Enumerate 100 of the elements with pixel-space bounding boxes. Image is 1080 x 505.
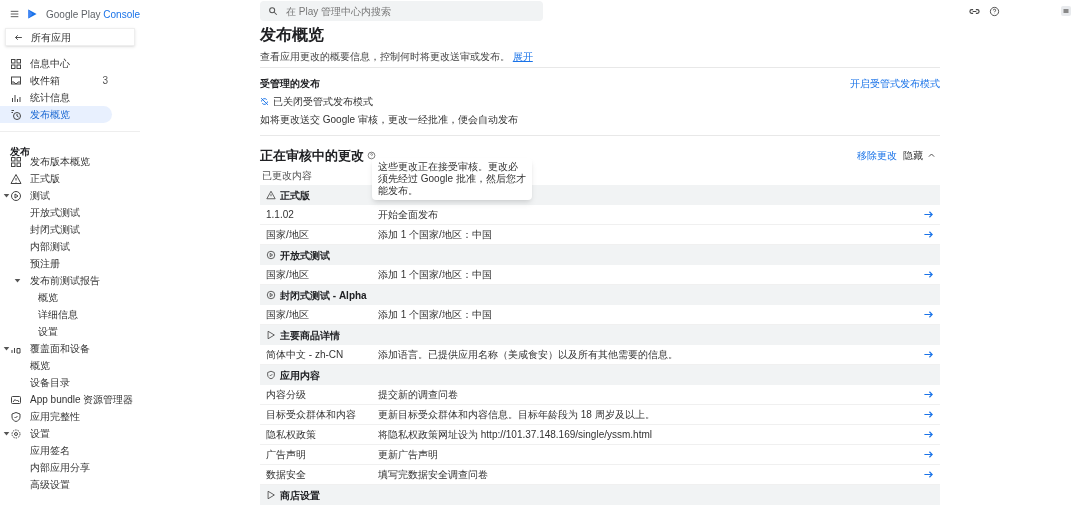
play-circle-icon bbox=[266, 250, 276, 260]
caret-icon[interactable] bbox=[14, 277, 21, 284]
back-arrow-icon bbox=[14, 32, 23, 42]
help-icon[interactable] bbox=[367, 150, 376, 160]
table-cell-text: 广告声明 bbox=[266, 448, 307, 462]
section-heading: 正在审核中的更改 bbox=[260, 146, 364, 165]
table-cell-text: 国家/地区 bbox=[266, 228, 310, 242]
collapse-button[interactable]: 隐藏 bbox=[903, 147, 936, 163]
nav-item[interactable]: 信息中心 bbox=[0, 55, 112, 72]
nav-item[interactable]: 详细信息 bbox=[0, 306, 86, 323]
expand-link[interactable]: 展开 bbox=[512, 50, 533, 62]
account-icon[interactable] bbox=[1060, 5, 1072, 18]
group-label: 主要商品详情 bbox=[280, 328, 340, 343]
page-title: 发布概览 bbox=[260, 24, 325, 45]
remove-changes-link[interactable]: 移除更改 bbox=[857, 147, 897, 163]
arrow-right-icon[interactable] bbox=[923, 309, 934, 320]
table-cell-text: 简体中文 - zh-CN bbox=[266, 348, 345, 362]
nav-item[interactable]: 内部应用分享 bbox=[0, 459, 98, 476]
table-cell-text: 国家/地区 bbox=[266, 268, 310, 282]
group-label: 商店设置 bbox=[280, 488, 320, 503]
table-cell-text: 数据安全 bbox=[266, 468, 307, 482]
gear-icon bbox=[10, 427, 22, 440]
play-logo-icon bbox=[27, 8, 39, 20]
group-label: 封闭式测试 - Alpha bbox=[280, 288, 367, 303]
back-button[interactable]: 所有应用 bbox=[5, 28, 135, 46]
caret-icon[interactable] bbox=[3, 192, 10, 199]
arrow-right-icon[interactable] bbox=[923, 429, 934, 440]
status-text: 已关闭受管式发布模式 bbox=[273, 94, 373, 109]
tooltip: 这些更改正在接受审核。更改必须先经过 Google 批准，然后您才能发布。 bbox=[372, 157, 532, 200]
table-cell-text: 开始全面发布 bbox=[378, 208, 439, 222]
dashboard-icon bbox=[10, 57, 22, 70]
table-cell-text: 更新广告声明 bbox=[378, 448, 439, 462]
warning-icon bbox=[10, 172, 22, 185]
play-triangle-icon bbox=[266, 490, 276, 500]
nav-item[interactable]: 概览 bbox=[0, 357, 58, 374]
shield-icon bbox=[10, 410, 22, 423]
nav-item[interactable]: 开放式测试 bbox=[0, 204, 88, 221]
table-cell-text: 添加 1 个国家/地区：中国 bbox=[378, 268, 493, 282]
photo-icon bbox=[10, 393, 22, 406]
shield-check-icon bbox=[266, 370, 276, 380]
grid-icon bbox=[10, 155, 22, 168]
table-cell-text: 内容分级 bbox=[266, 388, 307, 402]
arrow-right-icon[interactable] bbox=[923, 349, 934, 360]
clock-icon bbox=[10, 108, 22, 121]
table-cell-text: 更新目标受众群体和内容信息。目标年龄段为 18 周岁及以上。 bbox=[378, 408, 656, 422]
nav-item[interactable]: 应用完整性 bbox=[0, 408, 88, 425]
nav-item[interactable]: 正式版 bbox=[0, 170, 68, 187]
search-icon bbox=[268, 6, 278, 17]
nav-item[interactable]: 测试 bbox=[0, 187, 58, 204]
arrow-right-icon[interactable] bbox=[923, 389, 934, 400]
group-label: 应用内容 bbox=[280, 368, 320, 383]
group-label: 正式版 bbox=[280, 188, 310, 203]
caret-icon[interactable] bbox=[3, 430, 10, 437]
sync-off-icon bbox=[260, 96, 269, 106]
nav-item[interactable]: 设备目录 bbox=[0, 374, 78, 391]
arrow-right-icon[interactable] bbox=[923, 449, 934, 460]
column-header: 已更改内容 bbox=[262, 169, 312, 183]
page-subtitle: 查看应用更改的概要信息，控制何时将更改送审或发布。 展开 bbox=[260, 49, 534, 64]
arrow-right-icon[interactable] bbox=[923, 409, 934, 420]
play-circle-icon bbox=[10, 189, 22, 202]
table-cell-text: 将隐私权政策网址设为 http://101.37.148.169/single/yssm.html bbox=[378, 428, 653, 442]
nav-item[interactable]: 统计信息 bbox=[0, 89, 112, 106]
nav-item[interactable]: 覆盖面和设备 bbox=[0, 340, 98, 357]
warning-icon bbox=[266, 190, 276, 200]
table-cell-text: 国家/地区 bbox=[266, 308, 310, 322]
section-title: 受管理的发布 bbox=[260, 76, 321, 91]
table-cell-text: 添加 1 个国家/地区：中国 bbox=[378, 308, 493, 322]
table-cell-text: 添加 1 个国家/地区：中国 bbox=[378, 228, 493, 242]
nav-item[interactable]: 设置 bbox=[0, 425, 58, 442]
table-cell-text: 提交新的调查问卷 bbox=[378, 388, 459, 402]
nav-item[interactable]: 概览 bbox=[0, 289, 66, 306]
nav-item[interactable]: 发布前测试报告 bbox=[0, 272, 108, 289]
nav-item[interactable]: 高级设置 bbox=[0, 476, 78, 493]
arrow-right-icon[interactable] bbox=[923, 229, 934, 240]
nav-item[interactable]: 发布概览 bbox=[0, 106, 112, 123]
nav-item[interactable]: 封闭式测试 bbox=[0, 221, 88, 238]
arrow-right-icon[interactable] bbox=[923, 209, 934, 220]
caret-icon[interactable] bbox=[3, 345, 10, 352]
arrow-right-icon[interactable] bbox=[923, 469, 934, 480]
table-cell-text: 填写完数据安全调查问卷 bbox=[378, 468, 489, 482]
search-field[interactable]: 在 Play 管理中心内搜索 bbox=[260, 1, 543, 22]
nav-item[interactable]: 设置 bbox=[0, 323, 66, 340]
section-title: 发布 bbox=[10, 146, 30, 157]
table-cell-text: 隐私权政策 bbox=[266, 428, 317, 442]
table-cell-text: 1.1.02 bbox=[266, 208, 295, 222]
nav-item[interactable]: App bundle 资源管理器 bbox=[0, 391, 142, 408]
menu-icon[interactable] bbox=[10, 9, 20, 19]
nav-item[interactable]: 内部测试 bbox=[0, 238, 78, 255]
arrow-right-icon[interactable] bbox=[923, 269, 934, 280]
help-icon[interactable] bbox=[989, 5, 1000, 17]
description: 如将更改送交 Google 审核，更改一经批准，便会自动发布 bbox=[260, 112, 518, 127]
play-triangle-icon bbox=[266, 330, 276, 340]
table-cell-text: 目标受众群体和内容 bbox=[266, 408, 357, 422]
nav-item[interactable]: 收件箱 3 bbox=[0, 72, 112, 89]
play-circle-icon bbox=[266, 290, 276, 300]
enable-managed-link[interactable]: 开启受管式发布模式 bbox=[850, 75, 940, 91]
nav-item[interactable]: 预注册 bbox=[0, 255, 68, 272]
nav-item[interactable]: 应用签名 bbox=[0, 442, 78, 459]
console-logo: Google Play Console bbox=[46, 7, 140, 22]
group-label: 开放式测试 bbox=[280, 248, 330, 263]
